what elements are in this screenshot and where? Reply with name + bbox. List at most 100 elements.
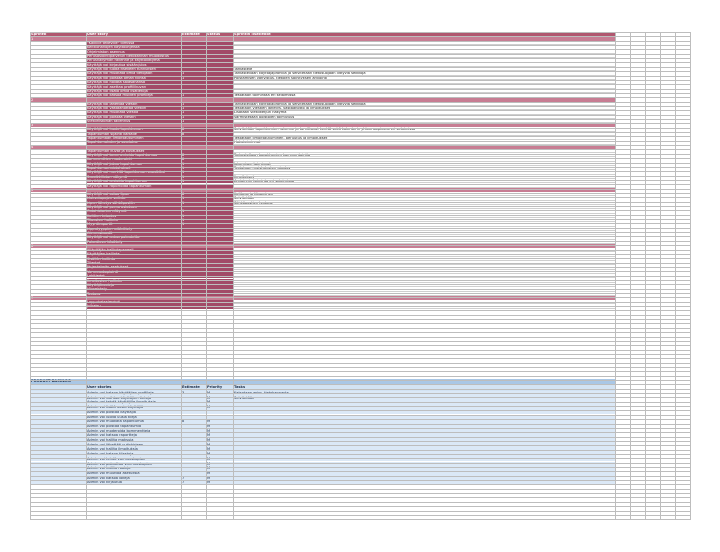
- grid-line: [30, 58, 690, 60]
- grid-line: [30, 79, 690, 81]
- grid-line: [660, 32, 661, 520]
- grid-line: [30, 471, 690, 473]
- grid-line: [30, 266, 690, 268]
- grid-line: [30, 49, 690, 51]
- grid-line: [30, 388, 690, 390]
- grid-line: [30, 145, 690, 147]
- grid-line: [30, 97, 690, 99]
- grid-line: [30, 380, 690, 381]
- grid-line: [181, 32, 182, 520]
- grid-line: [30, 414, 690, 416]
- grid-line: [30, 293, 690, 294]
- grid-line: [30, 32, 690, 33]
- grid-line: [30, 223, 690, 225]
- grid-line: [30, 480, 690, 482]
- grid-line: [30, 445, 690, 447]
- grid-line: [30, 279, 690, 281]
- grid-line: [30, 397, 690, 399]
- grid-line: [30, 175, 690, 177]
- grid-line: [690, 32, 691, 520]
- grid-line: [30, 423, 690, 425]
- grid-line: [30, 401, 690, 403]
- grid-line: [30, 127, 690, 129]
- grid-line: [30, 258, 690, 260]
- grid-line: [30, 132, 690, 134]
- grid-line: [30, 62, 690, 64]
- grid-line: [30, 310, 690, 312]
- grid-line: [30, 419, 690, 421]
- grid-line: [30, 171, 690, 173]
- grid-line: [30, 179, 690, 181]
- grid-line: [30, 66, 690, 68]
- grid-line: [30, 162, 690, 164]
- grid-line: [30, 436, 690, 438]
- grid-line: [30, 497, 690, 499]
- grid-line: [30, 453, 690, 455]
- grid-line: [30, 327, 690, 329]
- grid-line: [30, 366, 690, 368]
- grid-line: [30, 40, 690, 42]
- grid-line: [30, 201, 690, 203]
- grid-line: [30, 92, 690, 94]
- grid-line: [30, 306, 690, 308]
- grid-line: [30, 71, 690, 73]
- grid-line: [30, 105, 690, 107]
- grid-line: [30, 301, 690, 303]
- grid-line: [30, 245, 690, 247]
- grid-line: [30, 501, 690, 503]
- grid-line: [30, 136, 690, 138]
- grid-line: [30, 184, 690, 186]
- grid-line: [30, 114, 690, 116]
- grid-line: [30, 119, 690, 120]
- grid-line: [30, 514, 690, 516]
- grid-line: [30, 197, 690, 199]
- grid-line: [30, 462, 690, 464]
- grid-line: [630, 32, 631, 520]
- grid-line: [30, 314, 690, 316]
- grid-line: [30, 75, 690, 77]
- grid-line: [30, 262, 690, 264]
- grid-line: [30, 427, 690, 429]
- grid-line: [30, 214, 690, 216]
- grid-line: [30, 384, 690, 386]
- grid-line: [30, 153, 690, 155]
- grid-line: [30, 393, 690, 395]
- grid-line: [30, 192, 690, 194]
- grid-line: [30, 349, 690, 351]
- grid-line: [30, 467, 690, 468]
- grid-line: [30, 158, 690, 160]
- grid-line: [30, 519, 690, 521]
- grid-line: [30, 275, 690, 277]
- grid-line: [30, 166, 690, 168]
- grid-line: [30, 240, 690, 242]
- grid-line: [30, 506, 690, 508]
- grid-line: [30, 253, 690, 255]
- grid-line: [30, 84, 690, 86]
- grid-line: [30, 458, 690, 460]
- grid-line: [30, 410, 690, 412]
- grid-line: [30, 440, 690, 442]
- grid-line: [30, 375, 690, 377]
- grid-line: [30, 336, 690, 338]
- grid-line: [30, 319, 690, 321]
- grid-line: [233, 32, 234, 520]
- grid-line: [30, 493, 690, 495]
- grid-line: [30, 53, 690, 55]
- grid-line: [86, 32, 87, 520]
- grid-line: [30, 432, 690, 434]
- grid-line: [30, 149, 690, 151]
- grid-line: [30, 345, 690, 347]
- grid-line: [30, 36, 690, 38]
- grid-line: [30, 227, 690, 229]
- grid-line: [30, 140, 690, 142]
- grid-line: [30, 332, 690, 334]
- grid-line: [30, 236, 690, 238]
- grid-line: [30, 353, 690, 355]
- grid-line: [30, 210, 690, 212]
- grid-line: [645, 32, 646, 520]
- grid-line: [30, 110, 690, 112]
- grid-line: [30, 45, 690, 47]
- grid-line: [30, 284, 690, 286]
- grid-line: [30, 340, 690, 342]
- grid-line: [30, 123, 690, 125]
